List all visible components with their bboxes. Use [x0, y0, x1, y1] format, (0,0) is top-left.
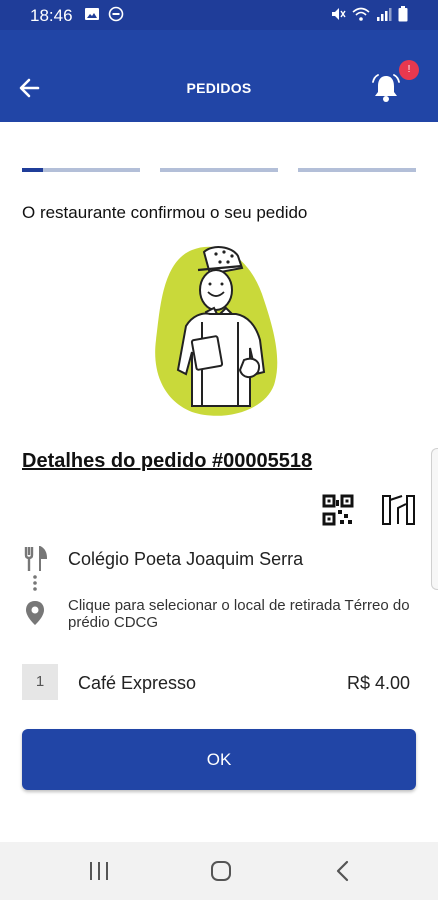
waiter-illustration — [155, 246, 278, 416]
recent-apps-icon — [90, 862, 108, 880]
battery-icon — [398, 6, 408, 22]
progress-step-3 — [298, 168, 416, 172]
image-icon — [85, 8, 99, 20]
progress-step-1 — [22, 168, 140, 172]
pickup-location-link[interactable]: Clique para selecionar o local de retira… — [68, 597, 438, 631]
side-panel-handle[interactable] — [431, 448, 438, 590]
wifi-icon — [352, 7, 370, 21]
system-nav-bar — [0, 842, 438, 900]
signal-icon — [377, 8, 392, 21]
do-not-disturb-icon — [108, 6, 124, 22]
vertical-dots-icon — [33, 575, 37, 591]
home-button[interactable] — [206, 856, 236, 886]
door-button[interactable] — [380, 494, 418, 526]
bell-icon — [372, 74, 400, 102]
item-price: R$ 4.00 — [346, 673, 410, 693]
chevron-left-icon — [336, 860, 349, 882]
status-right-icons — [330, 6, 408, 22]
status-bar: 18:46 — [0, 0, 438, 30]
restaurant-name: Colégio Poeta Joaquim Serra — [68, 549, 304, 569]
mute-icon — [332, 8, 346, 20]
door-icon — [382, 495, 415, 525]
recent-apps-button[interactable] — [84, 856, 114, 886]
notifications-button[interactable] — [370, 72, 402, 106]
item-quantity: 1 — [22, 664, 58, 700]
system-back-button[interactable] — [328, 856, 358, 886]
progress-step-2 — [160, 168, 278, 172]
qr-code-icon — [322, 494, 354, 526]
fork-knife-icon — [24, 546, 48, 571]
order-status-message: O restaurante confirmou o seu pedido — [22, 203, 308, 222]
location-pin-icon — [26, 601, 44, 625]
ok-button[interactable]: OK — [22, 729, 416, 790]
progress-step-1-fill — [22, 168, 44, 172]
home-icon — [211, 861, 231, 881]
qr-code-button[interactable] — [322, 494, 354, 526]
order-details-title: Detalhes do pedido #00005518 — [22, 450, 313, 472]
status-time: 18:46 — [30, 6, 73, 25]
notification-badge: ! — [399, 60, 419, 80]
item-name: Café Expresso — [78, 673, 197, 693]
status-left-icons — [84, 6, 124, 22]
